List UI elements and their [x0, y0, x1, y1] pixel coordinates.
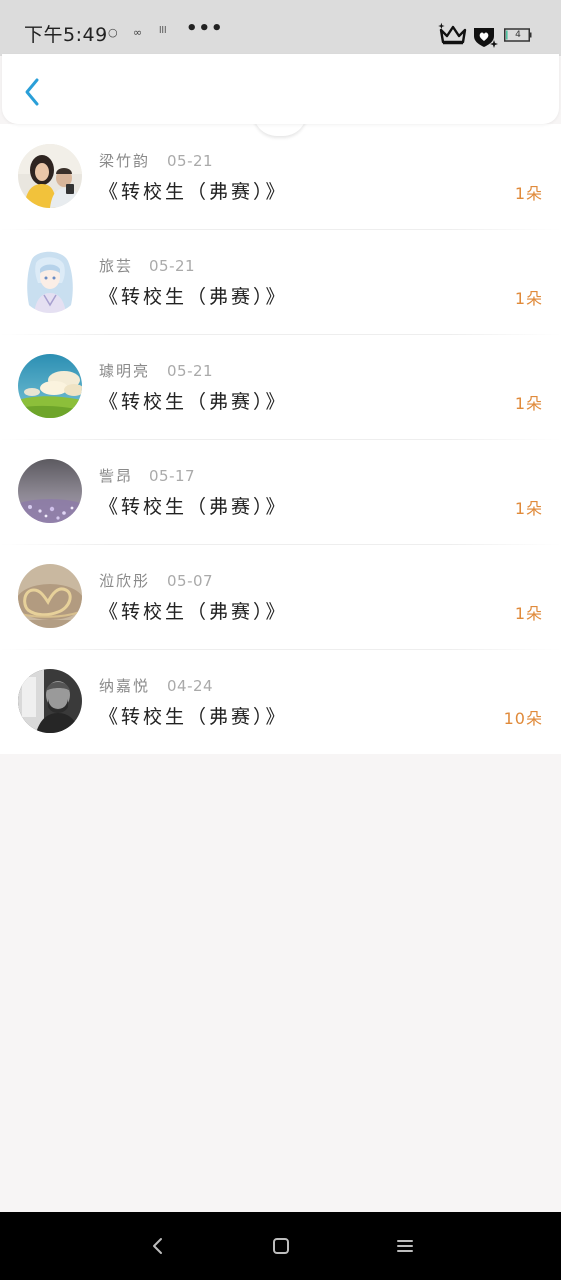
avatar[interactable] [18, 564, 82, 628]
crown-icon [438, 22, 467, 45]
work-title: 《转校生（弗赛）》 [99, 496, 288, 518]
user-name: 梁竹韵 [99, 152, 151, 170]
list-item[interactable]: 涖欣彤 05-07 《转校生（弗赛）》 1朵 [0, 544, 561, 649]
avatar[interactable] [18, 459, 82, 523]
flower-count: 1朵 [514, 184, 543, 203]
user-name: 璩明亮 [99, 362, 151, 380]
user-name: 纳嘉悦 [99, 677, 151, 695]
link-icon: ∞ [133, 26, 143, 39]
list-item[interactable]: 訾昂 05-17 《转校生（弗赛）》 1朵 [0, 439, 561, 544]
flower-count: 1朵 [514, 289, 543, 308]
work-title: 《转校生（弗赛）》 [99, 391, 288, 413]
work-title: 《转校生（弗赛）》 [99, 181, 288, 203]
avatar[interactable] [18, 144, 82, 208]
battery-level: 4 [515, 30, 521, 40]
navigation-bar [0, 1212, 561, 1280]
user-name: 涖欣彤 [99, 572, 151, 590]
back-button[interactable] [16, 76, 48, 108]
nav-back-button[interactable] [146, 1234, 170, 1258]
user-name: 旅芸 [99, 257, 134, 275]
gift-date: 04-24 [167, 677, 214, 695]
flower-count: 1朵 [514, 499, 543, 518]
nav-home-icon [273, 1238, 289, 1254]
alarm-icon: ○ [108, 26, 118, 39]
gift-date: 05-21 [167, 152, 214, 170]
more-notifications-icon: ••• [186, 18, 224, 39]
nav-menu-icon [397, 1240, 413, 1252]
gift-date: 05-21 [149, 257, 196, 275]
nav-menu-button[interactable] [393, 1234, 417, 1258]
flower-count: 1朵 [514, 604, 543, 623]
nav-back-icon [153, 1238, 162, 1254]
gift-date: 05-07 [167, 572, 214, 590]
status-time: 下午5:49 [24, 24, 108, 46]
gift-date: 05-21 [167, 362, 214, 380]
gift-list: 梁竹韵 05-21 《转校生（弗赛）》 1朵 旅芸 05-21 《转校生（弗赛）… [0, 124, 561, 754]
flower-count: 10朵 [503, 709, 543, 728]
header [2, 54, 559, 124]
work-title: 《转校生（弗赛）》 [99, 706, 288, 728]
flower-count: 1朵 [514, 394, 543, 413]
work-title: 《转校生（弗赛）》 [99, 601, 288, 623]
avatar[interactable] [18, 354, 82, 418]
avatar[interactable] [18, 669, 82, 733]
user-name: 訾昂 [99, 467, 134, 485]
nav-home-button[interactable] [269, 1234, 293, 1258]
list-item[interactable]: 旅芸 05-21 《转校生（弗赛）》 1朵 [0, 229, 561, 334]
shield-heart-icon [474, 28, 498, 48]
gift-date: 05-17 [149, 467, 196, 485]
list-item[interactable]: 璩明亮 05-21 《转校生（弗赛）》 1朵 [0, 334, 561, 439]
status-bar: 下午5:49 ○ ∞ lll ••• 4 [0, 0, 561, 56]
chevron-left-icon [25, 78, 39, 106]
list-item[interactable]: 纳嘉悦 04-24 《转校生（弗赛）》 10朵 [0, 649, 561, 754]
avatar[interactable] [18, 249, 82, 313]
work-title: 《转校生（弗赛）》 [99, 286, 288, 308]
signal-icon: lll [159, 26, 167, 36]
list-item[interactable]: 梁竹韵 05-21 《转校生（弗赛）》 1朵 [0, 124, 561, 229]
